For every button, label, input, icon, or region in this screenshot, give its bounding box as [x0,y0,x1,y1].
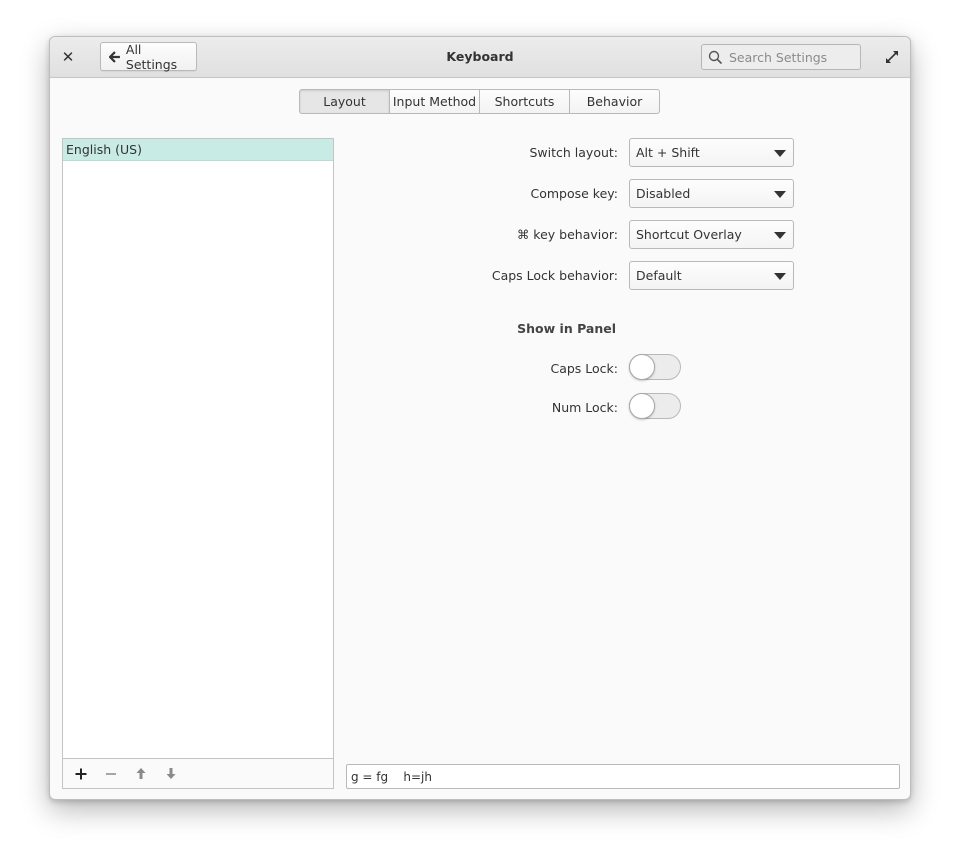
search-field[interactable] [701,44,861,70]
chevron-down-icon [774,273,786,280]
maximize-button[interactable] [884,49,900,65]
tab-input-method[interactable]: Input Method [389,89,480,114]
switch-layout-label: Switch layout: [529,145,618,160]
chevron-down-icon [774,232,786,239]
show-in-panel-heading: Show in Panel [517,321,616,336]
add-layout-button[interactable] [72,765,90,783]
cmd-key-behavior-value: Shortcut Overlay [636,227,742,242]
header-bar: ✕ All Settings Keyboard [50,37,910,78]
num-lock-panel-row: Num Lock: [50,393,910,422]
cmd-key-behavior-row: ⌘ key behavior: Shortcut Overlay [50,220,910,249]
keyboard-test-entry[interactable] [346,764,900,789]
caps-lock-panel-row: Caps Lock: [50,354,910,383]
switch-layout-value: Alt + Shift [636,145,700,160]
maximize-icon [886,51,898,63]
switch-layout-combo[interactable]: Alt + Shift [629,138,794,167]
cmd-key-behavior-combo[interactable]: Shortcut Overlay [629,220,794,249]
settings-window: ✕ All Settings Keyboard Layout In [49,36,911,800]
arrow-up-icon [136,768,146,779]
move-down-button[interactable] [162,765,180,783]
search-input[interactable] [729,49,849,65]
chevron-down-icon [774,150,786,157]
tab-layout[interactable]: Layout [299,89,390,114]
tab-shortcuts[interactable]: Shortcuts [479,89,570,114]
num-lock-switch[interactable] [629,393,681,419]
num-lock-panel-label: Num Lock: [551,400,618,415]
compose-key-combo[interactable]: Disabled [629,179,794,208]
caps-lock-behavior-row: Caps Lock behavior: Default [50,261,910,290]
remove-layout-button[interactable] [102,765,120,783]
switch-knob [629,354,655,380]
layout-list-toolbar [63,758,333,788]
chevron-down-icon [774,191,786,198]
switch-knob [629,393,655,419]
test-input[interactable] [351,769,891,784]
compose-key-row: Compose key: Disabled [50,179,910,208]
caps-lock-behavior-label: Caps Lock behavior: [491,268,618,283]
caps-lock-behavior-value: Default [636,268,682,283]
plus-icon [75,768,87,779]
caps-lock-panel-label: Caps Lock: [550,361,618,376]
tab-behavior[interactable]: Behavior [569,89,660,114]
compose-key-label: Compose key: [530,186,619,201]
move-up-button[interactable] [132,765,150,783]
caps-lock-behavior-combo[interactable]: Default [629,261,794,290]
cmd-key-behavior-label: ⌘ key behavior: [516,227,618,242]
switch-layout-row: Switch layout: Alt + Shift [50,138,910,167]
caps-lock-switch[interactable] [629,354,681,380]
search-icon [708,50,723,64]
view-switcher: Layout Input Method Shortcuts Behavior [299,89,660,114]
compose-key-value: Disabled [636,186,691,201]
minus-icon [106,772,116,775]
arrow-down-icon [166,768,176,779]
